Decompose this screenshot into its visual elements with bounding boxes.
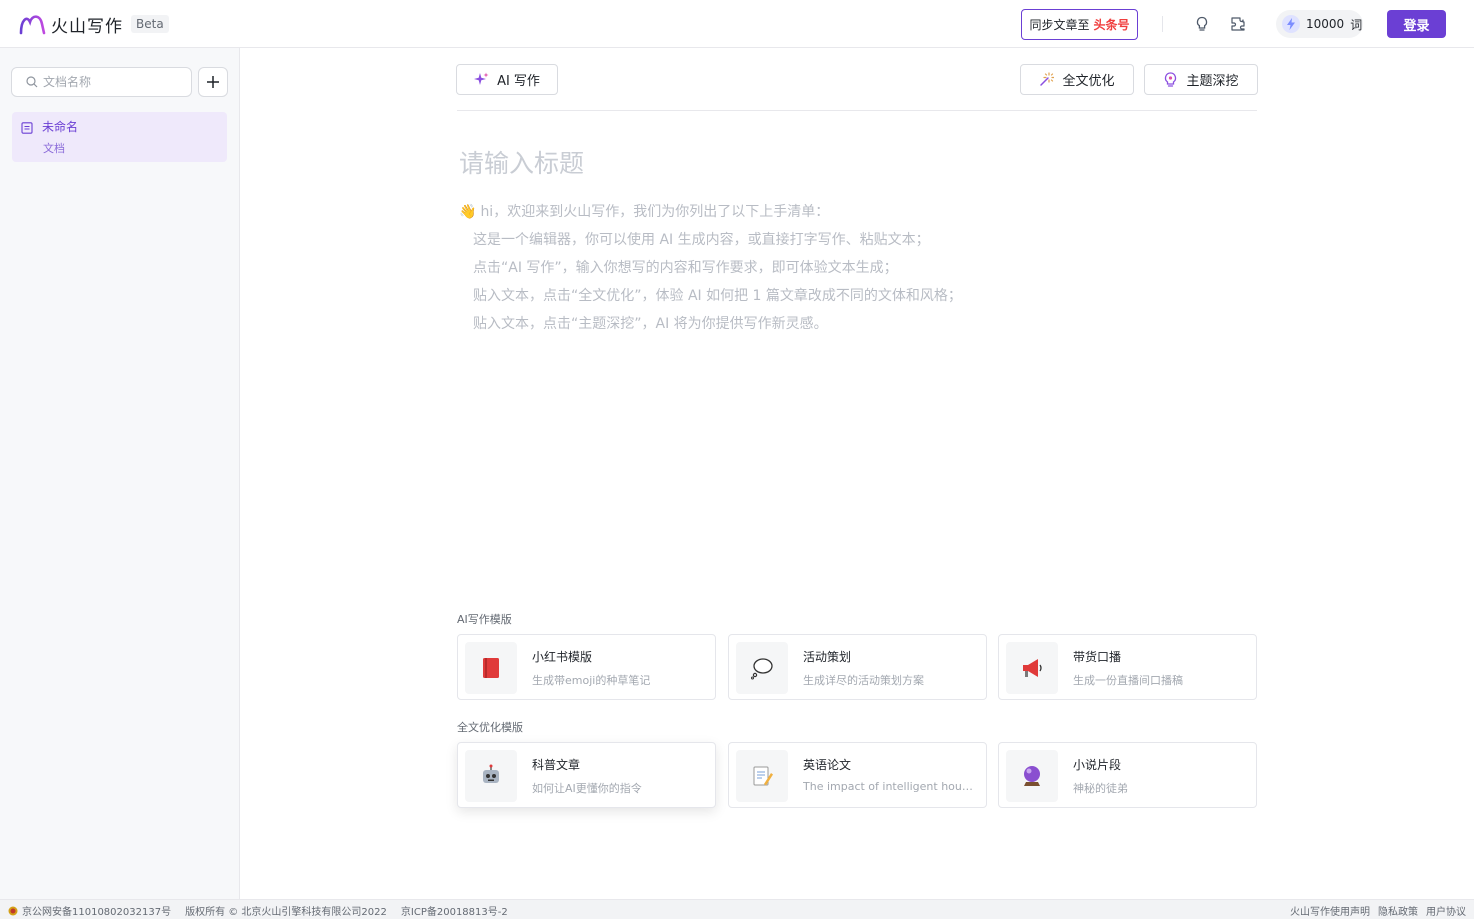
ai-write-label: AI 写作 xyxy=(497,74,540,89)
template-desc: 生成一份直播间口播稿 xyxy=(1073,674,1183,687)
template-title: 小说片段 xyxy=(1073,758,1122,772)
welcome-line: 点击“AI 写作”，输入你想写的内容和写作要求，即可体验文本生成； xyxy=(473,260,898,276)
quota-value: 10000 xyxy=(1306,17,1345,31)
search-icon xyxy=(26,76,38,88)
sync-brand: 头条号 xyxy=(1093,18,1130,32)
memo-icon xyxy=(736,750,788,802)
template-card-xiaohongshu[interactable]: 小红书模版 生成带emoji的种草笔记 xyxy=(457,634,716,700)
template-desc: 生成带emoji的种草笔记 xyxy=(532,674,651,687)
template-card-event-plan[interactable]: 活动策划 生成详尽的活动策划方案 xyxy=(728,634,987,700)
sync-label: 同步文章至 xyxy=(1029,18,1090,32)
template-title: 带货口播 xyxy=(1073,650,1122,664)
crystal-ball-icon xyxy=(1006,750,1058,802)
topic-dig-label: 主题深挖 xyxy=(1186,74,1239,89)
document-icon xyxy=(21,122,33,134)
template-title: 科普文章 xyxy=(532,758,581,772)
full-optimize-button[interactable]: 全文优化 xyxy=(1020,64,1134,95)
template-desc: 如何让AI更懂你的指令 xyxy=(532,782,642,795)
plugin-icon[interactable] xyxy=(1228,14,1248,34)
doc-name: 未命名 xyxy=(42,120,79,134)
template-card-novel[interactable]: 小说片段 神秘的徒弟 xyxy=(998,742,1257,808)
add-document-button[interactable] xyxy=(198,67,228,97)
megaphone-icon xyxy=(1006,642,1058,694)
welcome-line: 贴入文本，点击“全文优化”，体验 AI 如何把 1 篇文章改成不同的文体和风格； xyxy=(473,288,962,304)
police-badge-icon xyxy=(8,906,18,915)
topic-dig-button[interactable]: 主题深挖 xyxy=(1144,64,1258,95)
toolbar-divider xyxy=(457,110,1257,111)
footer: 京公网安备11010802032137号 版权所有 © 北京火山引擎科技有限公司… xyxy=(0,899,1474,919)
template-desc: 神秘的徒弟 xyxy=(1073,782,1128,795)
red-book-icon xyxy=(465,642,517,694)
beta-badge: Beta xyxy=(131,15,169,33)
template-desc: 生成详尽的活动策划方案 xyxy=(803,674,924,687)
quota-unit: 词 xyxy=(1350,17,1363,32)
privacy-policy-link[interactable]: 隐私政策 xyxy=(1378,903,1418,918)
optimize-templates-label: 全文优化模版 xyxy=(457,721,523,734)
doc-search[interactable] xyxy=(11,67,192,97)
template-title: 活动策划 xyxy=(803,650,852,664)
welcome-checklist[interactable]: 👋 hi，欢迎来到火山写作，我们为你列出了以下上手清单： 这是一个编辑器，你可以使… xyxy=(459,198,962,338)
lightbulb-icon[interactable] xyxy=(1192,14,1212,34)
header-divider xyxy=(1162,16,1163,32)
robot-icon xyxy=(465,750,517,802)
template-card-english-paper[interactable]: 英语论文 The impact of intelligent household… xyxy=(728,742,987,808)
sidebar-doc-item[interactable]: 未命名 文档 xyxy=(12,112,227,162)
ai-templates-label: AI写作模版 xyxy=(457,613,512,626)
icp-record[interactable]: 京ICP备20018813号-2 xyxy=(401,903,508,918)
logo-text: 火山写作 xyxy=(51,16,123,37)
bulb-pin-icon xyxy=(1165,72,1177,87)
plus-icon xyxy=(207,76,219,88)
template-card-science[interactable]: 科普文章 如何让AI更懂你的指令 xyxy=(457,742,716,808)
speech-bubble-icon xyxy=(736,642,788,694)
login-button[interactable]: 登录 xyxy=(1387,10,1446,38)
template-desc: The impact of intelligent household appl… xyxy=(803,780,978,793)
bolt-icon xyxy=(1282,15,1300,33)
usage-statement-link[interactable]: 火山写作使用声明 xyxy=(1290,903,1370,918)
sync-to-toutiao-button[interactable]: 同步文章至 头条号 xyxy=(1021,9,1138,40)
copyright: 版权所有 © 北京火山引擎科技有限公司2022 xyxy=(185,907,387,918)
title-input[interactable]: 请输入标题 xyxy=(459,144,584,180)
template-card-live-sales[interactable]: 带货口播 生成一份直播间口播稿 xyxy=(998,634,1257,700)
police-record[interactable]: 京公网安备11010802032137号 xyxy=(22,903,171,918)
welcome-line: 👋 hi，欢迎来到火山写作，我们为你列出了以下上手清单： xyxy=(459,204,830,220)
search-input[interactable] xyxy=(43,75,183,89)
doc-type: 文档 xyxy=(43,142,65,155)
welcome-line: 这是一个编辑器，你可以使用 AI 生成内容，或直接打字写作、粘贴文本； xyxy=(473,232,930,248)
top-header: 火山写作 Beta 同步文章至 头条号 10000 词 登录 xyxy=(0,0,1474,48)
logo[interactable]: 火山写作 Beta xyxy=(18,11,169,37)
template-title: 小红书模版 xyxy=(532,650,593,664)
word-quota[interactable]: 10000 词 xyxy=(1276,10,1363,38)
magic-wand-icon xyxy=(1040,72,1055,86)
welcome-line: 贴入文本，点击“主题深挖”，AI 将为你提供写作新灵感。 xyxy=(473,316,828,332)
user-agreement-link[interactable]: 用户协议 xyxy=(1426,903,1466,918)
sparkle-icon xyxy=(474,72,489,85)
waving-hand-icon: 👋 xyxy=(459,204,477,220)
ai-write-button[interactable]: AI 写作 xyxy=(456,64,558,95)
full-optimize-label: 全文优化 xyxy=(1062,74,1115,89)
template-title: 英语论文 xyxy=(803,758,852,772)
sidebar: 未命名 文档 xyxy=(0,48,240,899)
volcano-logo-icon xyxy=(19,15,46,35)
